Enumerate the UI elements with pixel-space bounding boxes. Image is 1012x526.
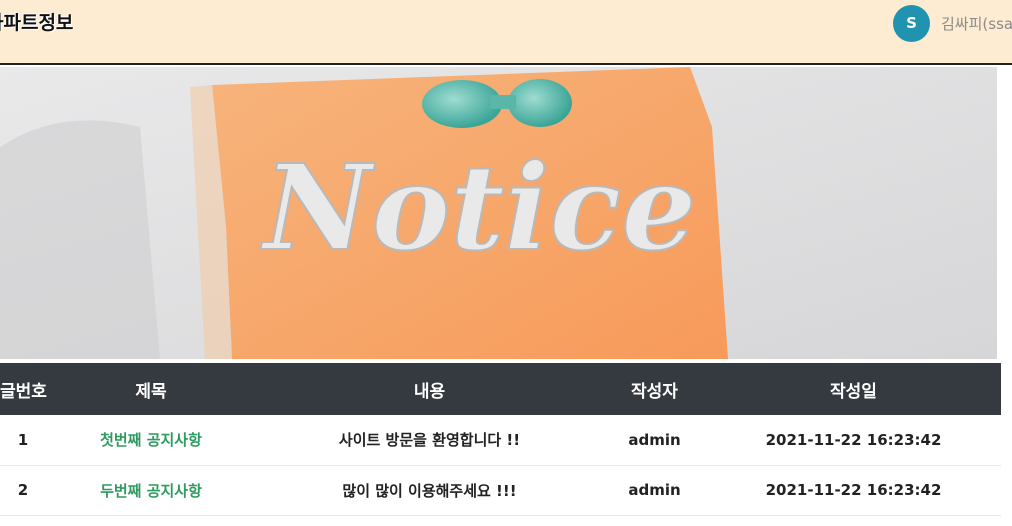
notice-title-link[interactable]: 두번째 공지사항 xyxy=(46,465,256,515)
notice-banner: Notice xyxy=(0,67,997,359)
notice-banner-image: Notice xyxy=(0,67,997,359)
site-logo[interactable]: 아파트정보 xyxy=(0,8,73,35)
cell-no: 2 xyxy=(17,481,29,499)
cell-author: admin xyxy=(628,430,681,449)
notice-table-container: 글번호 제목 내용 작성자 작성일 1 첫번째 공지사항 사이트 방문을 환영합… xyxy=(0,363,1001,516)
table-row[interactable]: 1 첫번째 공지사항 사이트 방문을 환영합니다 !! admin 2021-1… xyxy=(0,415,1001,465)
cell-date: 2021-11-22 16:23:42 xyxy=(765,481,942,499)
username[interactable]: 김싸피(ssafy) xyxy=(941,13,1012,34)
notice-title-link[interactable]: 첫번째 공지사항 xyxy=(46,415,256,465)
notice-banner-text: Notice xyxy=(260,138,697,277)
col-header-content: 내용 xyxy=(413,381,446,402)
col-header-no: 글번호 xyxy=(0,381,47,402)
cell-author: admin xyxy=(628,481,681,499)
col-header-title: 제목 xyxy=(135,381,167,402)
cell-date: 2021-11-22 16:23:42 xyxy=(765,430,942,449)
avatar[interactable]: S xyxy=(893,4,930,42)
cell-content: 사이트 방문을 환영합니다 !! xyxy=(338,431,521,450)
user-menu[interactable]: S 김싸피(ssafy) xyxy=(893,4,1012,42)
table-header-row: 글번호 제목 내용 작성자 작성일 xyxy=(0,363,1001,415)
top-header: 아파트정보 S 김싸피(ssafy) xyxy=(0,0,1012,65)
col-header-date: 작성일 xyxy=(830,381,877,402)
table-row[interactable]: 2 두번째 공지사항 많이 많이 이용해주세요 !!! admin 2021-1… xyxy=(0,465,1001,515)
notice-table: 글번호 제목 내용 작성자 작성일 1 첫번째 공지사항 사이트 방문을 환영합… xyxy=(0,363,1001,516)
cell-no: 1 xyxy=(17,430,29,449)
cell-content: 많이 많이 이용해주세요 !!! xyxy=(342,481,517,500)
col-header-author: 작성자 xyxy=(631,381,678,402)
